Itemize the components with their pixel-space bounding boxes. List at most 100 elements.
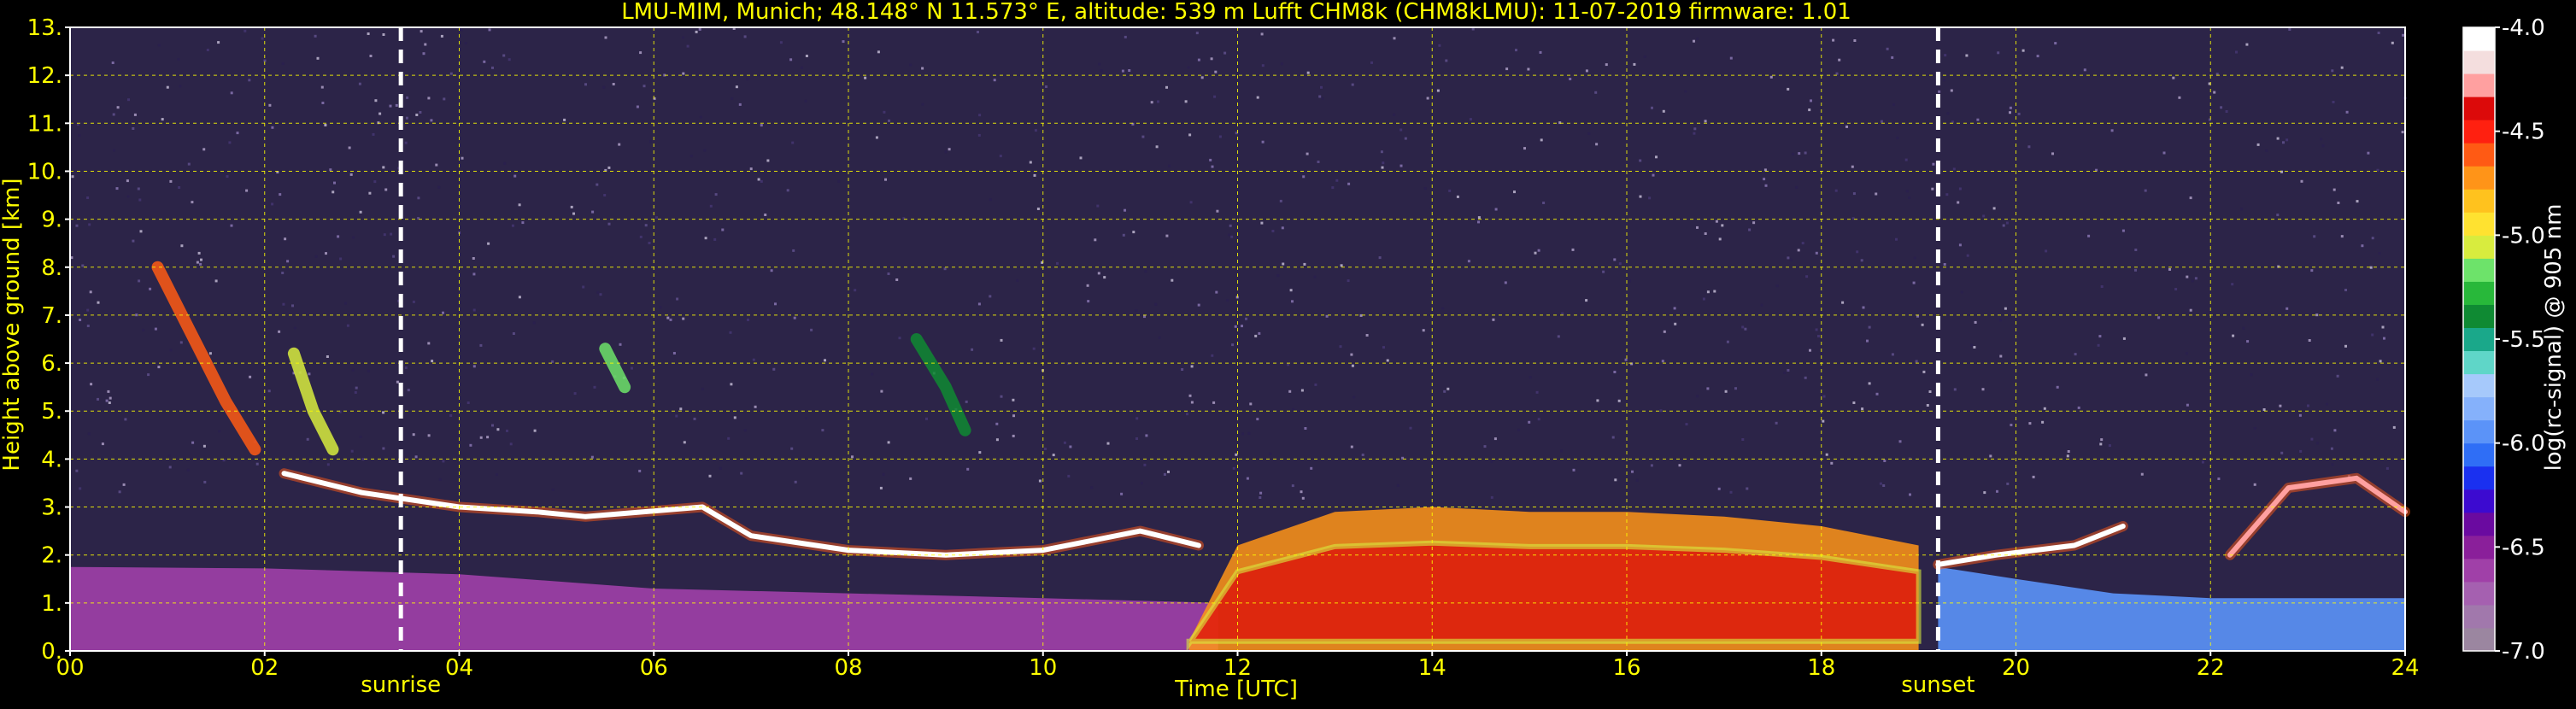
noise-dot [350, 449, 354, 453]
noise-dot [1103, 276, 1106, 279]
noise-dot [786, 189, 789, 192]
noise-dot [1595, 143, 1599, 146]
noise-dot [1378, 256, 1382, 260]
y-tick-label-2: 2. [41, 543, 62, 569]
noise-dot [821, 429, 824, 432]
noise-dot [1696, 395, 1699, 398]
noise-dot [230, 91, 233, 95]
noise-dot [261, 37, 264, 40]
noise-dot [1029, 161, 1032, 164]
noise-dot [1404, 137, 1407, 140]
noise-dot [352, 236, 355, 239]
noise-dot [412, 300, 415, 303]
noise-dot [1585, 299, 1588, 302]
noise-dot [138, 279, 141, 283]
noise-dot [644, 224, 648, 227]
noise-dot [126, 179, 129, 183]
noise-dot [1281, 226, 1284, 230]
colorbar-segment-12 [2463, 350, 2495, 375]
noise-dot [895, 278, 899, 281]
noise-dot [735, 85, 738, 89]
noise-dot [97, 397, 99, 401]
noise-dot [1958, 243, 1962, 247]
noise-dot [306, 437, 309, 441]
noise-dot [1999, 354, 2003, 358]
noise-dot [551, 360, 555, 363]
noise-dot [1426, 97, 1429, 100]
noise-dot [764, 214, 767, 216]
noise-dot [1320, 85, 1323, 89]
noise-dot [2017, 112, 2021, 115]
sunset-label: sunset [1901, 672, 1975, 698]
noise-dot [1287, 363, 1290, 366]
noise-dot [1181, 368, 1184, 371]
y-axis-label: Height above ground [km] [0, 178, 25, 471]
noise-dot [1560, 449, 1564, 453]
noise-dot [1810, 99, 1812, 103]
y-tick-label-12: 12. [27, 63, 62, 89]
noise-dot [1798, 152, 1801, 155]
noise-dot [572, 212, 575, 215]
noise-dot [591, 210, 595, 214]
noise-dot [281, 272, 285, 274]
noise-dot [464, 42, 467, 44]
noise-dot [2276, 137, 2280, 140]
noise-dot [689, 155, 693, 158]
noise-dot [1729, 490, 1733, 494]
noise-dot [1141, 135, 1145, 138]
noise-dot [596, 290, 600, 294]
noise-dot [177, 58, 180, 61]
noise-dot [374, 99, 378, 103]
noise-dot [179, 341, 183, 344]
noise-dot [1561, 312, 1564, 315]
noise-dot [2225, 110, 2228, 113]
noise-dot [1596, 399, 1599, 402]
noise-dot [989, 198, 992, 202]
colorbar-segment-4 [2463, 535, 2495, 560]
noise-dot [1832, 38, 1835, 42]
noise-dot [1234, 325, 1237, 328]
noise-dot [794, 480, 797, 483]
noise-dot [1513, 190, 1516, 194]
noise-dot [293, 326, 296, 330]
noise-dot [1350, 353, 1353, 356]
noise-dot [1528, 420, 1531, 424]
noise-dot [1056, 261, 1059, 265]
noise-dot [1135, 437, 1138, 440]
noise-dot [107, 390, 110, 393]
noise-dot [217, 41, 220, 44]
noise-dot [1710, 124, 1713, 126]
noise-dot [1795, 185, 1799, 189]
noise-dot [582, 285, 585, 289]
noise-dot [512, 332, 515, 335]
noise-dot [1098, 62, 1101, 66]
noise-dot [995, 422, 999, 425]
colorbar-tick-label-3: -5.5 [2502, 327, 2545, 353]
x-tick-label-2: 04 [445, 655, 473, 681]
noise-dot [746, 78, 749, 81]
colorbar-segment-26 [2463, 27, 2495, 51]
noise-dot [2381, 325, 2385, 329]
noise-dot [1659, 409, 1663, 413]
noise-dot [369, 55, 373, 57]
noise-dot [636, 105, 639, 108]
noise-dot [248, 79, 251, 82]
noise-dot [2178, 96, 2181, 99]
colorbar-segment-8 [2463, 442, 2495, 467]
noise-dot [2376, 378, 2379, 381]
noise-dot [487, 242, 490, 245]
noise-dot [602, 85, 606, 89]
noise-dot [2356, 200, 2359, 203]
noise-dot [1973, 346, 1976, 349]
noise-dot [1231, 343, 1235, 347]
noise-dot [804, 99, 807, 103]
noise-dot [2186, 403, 2189, 407]
noise-dot [2110, 129, 2114, 132]
noise-dot [308, 460, 312, 463]
noise-dot [1235, 453, 1238, 456]
y-tick-label-10: 10. [27, 159, 62, 185]
noise-dot [1684, 90, 1687, 93]
noise-dot [1879, 482, 1882, 485]
noise-dot [603, 194, 607, 196]
colorbar-segment-20 [2463, 166, 2495, 190]
